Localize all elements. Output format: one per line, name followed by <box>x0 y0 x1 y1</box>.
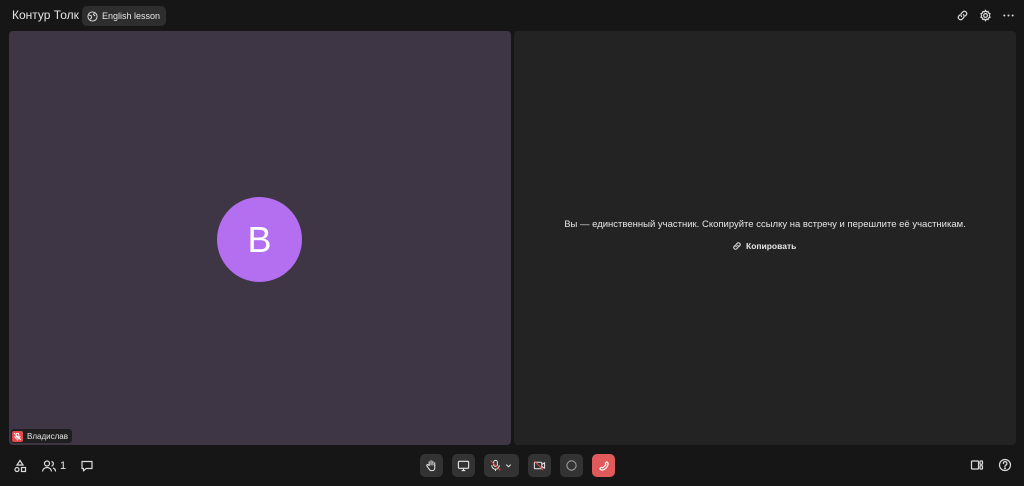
participant-name: Владислав <box>27 431 68 441</box>
link-icon[interactable] <box>955 8 969 22</box>
solo-participant-message: Вы — единственный участник. Скопируйте с… <box>564 219 966 230</box>
layout-icon[interactable] <box>970 458 984 477</box>
call-controls <box>420 454 615 477</box>
raise-hand-icon <box>426 460 436 472</box>
screen-share-icon <box>457 460 470 472</box>
record-button[interactable] <box>560 454 583 477</box>
participants-count: 1 <box>60 460 67 472</box>
screen-share-button[interactable] <box>452 454 475 477</box>
participants-icon <box>41 460 57 472</box>
more-icon[interactable] <box>1001 8 1015 22</box>
shapes-icon[interactable] <box>13 458 27 474</box>
end-call-icon <box>599 461 609 471</box>
camera-button[interactable] <box>528 454 551 477</box>
link-icon <box>733 242 741 250</box>
raise-hand-button[interactable] <box>420 454 443 477</box>
meeting-name: English lesson <box>102 11 161 21</box>
copy-link-label: Копировать <box>746 241 797 251</box>
record-icon <box>566 460 577 471</box>
camera-off-icon <box>533 460 546 471</box>
invite-panel: Вы — единственный участник. Скопируйте с… <box>514 31 1016 445</box>
meeting-name-chip[interactable]: English lesson <box>82 6 167 26</box>
participant-name-tag: Владислав <box>11 429 72 443</box>
mic-off-icon <box>490 459 501 472</box>
end-call-button[interactable] <box>592 454 615 477</box>
gear-icon[interactable] <box>978 8 992 22</box>
microphone-button[interactable] <box>484 454 519 477</box>
avatar: В <box>217 197 302 282</box>
mic-off-icon <box>12 430 23 442</box>
participant-video-tile: В Владислав <box>9 31 511 445</box>
top-bar: Контур Толк English lesson <box>0 0 1024 31</box>
participants-button[interactable]: 1 <box>41 459 66 473</box>
chat-icon[interactable] <box>80 458 94 474</box>
help-icon[interactable] <box>998 458 1012 477</box>
chevron-down-icon[interactable] <box>505 462 512 469</box>
app-title: Контур Толк <box>12 8 79 22</box>
globe-icon <box>87 10 98 22</box>
copy-link-button[interactable]: Копировать <box>732 241 796 251</box>
